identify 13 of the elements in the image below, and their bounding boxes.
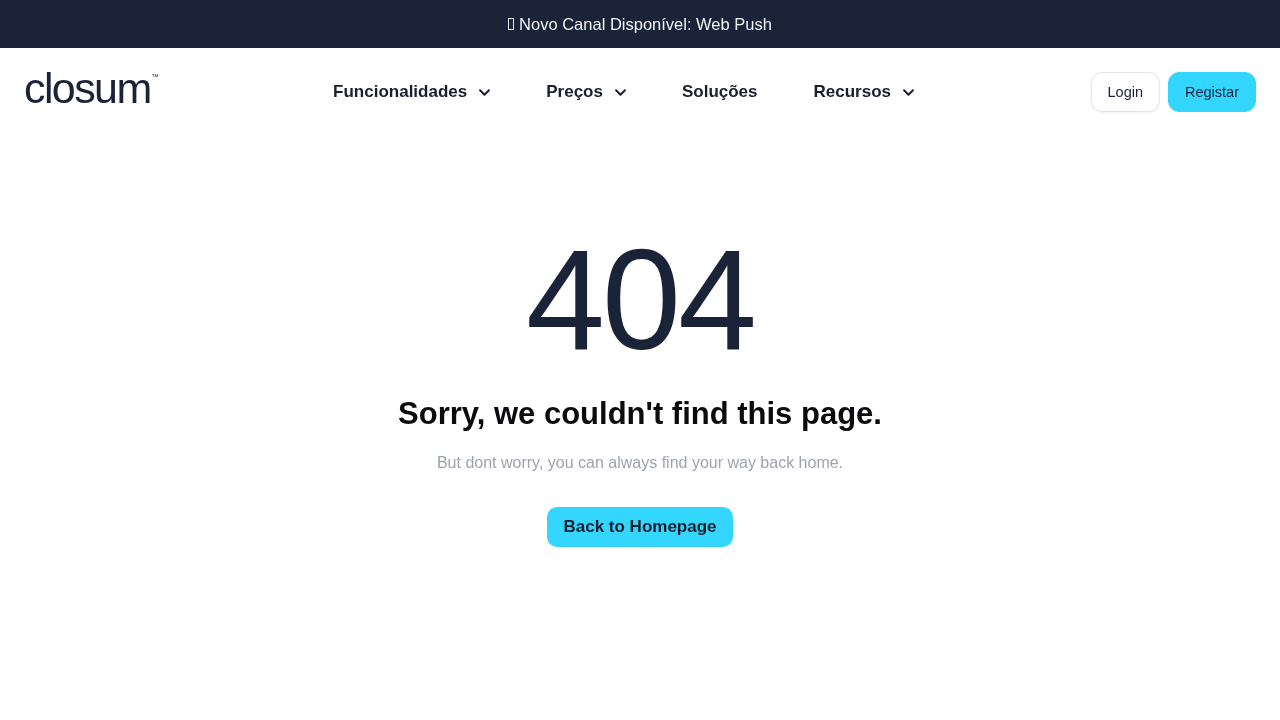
error-title: Sorry, we couldn't find this page.	[398, 395, 882, 433]
missing-glyph-icon	[508, 18, 515, 30]
error-message: But dont worry, you can always find your way back home.	[436, 453, 844, 473]
nav-link[interactable]: Recursos	[813, 82, 914, 102]
nav-link[interactable]: Preços	[546, 82, 626, 102]
nav-link[interactable]: Soluções	[681, 82, 758, 102]
register-button[interactable]: Registar	[1168, 72, 1256, 112]
logo[interactable]: closum$^{™}$	[24, 66, 157, 110]
announcement-text[interactable]: Novo Canal Disponível: Web Push	[519, 14, 772, 34]
nav-link[interactable]: Funcionalidades	[333, 82, 491, 102]
login-button[interactable]: Login	[1090, 72, 1160, 112]
error-code: 404	[526, 229, 754, 371]
back-home-button[interactable]: Back to Homepage	[547, 507, 733, 547]
